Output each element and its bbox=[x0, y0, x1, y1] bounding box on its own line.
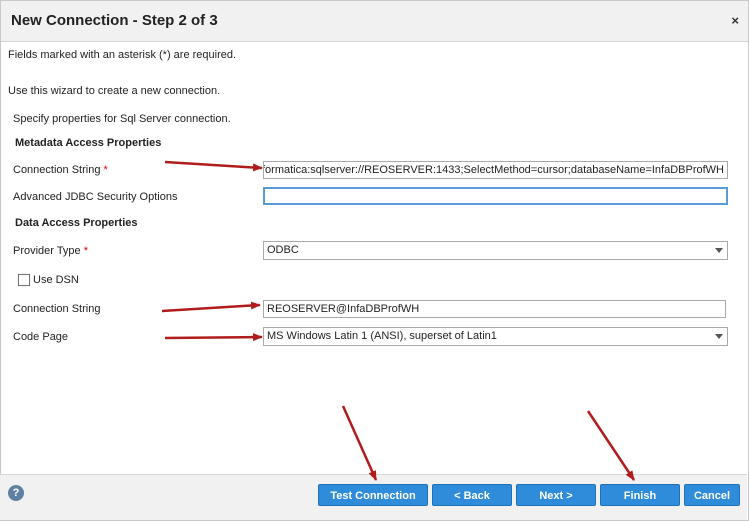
test-connection-button[interactable]: Test Connection bbox=[318, 484, 428, 506]
specify-note: Specify properties for Sql Server connec… bbox=[13, 113, 231, 125]
code-page-label: Code Page bbox=[13, 331, 69, 343]
data-connection-string-input[interactable]: REOSERVER@InfaDBProfWH bbox=[263, 300, 726, 318]
help-icon[interactable]: ? bbox=[8, 485, 24, 501]
code-page-select[interactable]: MS Windows Latin 1 (ANSI), superset of L… bbox=[263, 327, 728, 346]
required-mark: * bbox=[103, 164, 108, 176]
jdbc-security-label: Advanced JDBC Security Options bbox=[13, 191, 178, 203]
data-access-section-heading: Data Access Properties bbox=[15, 217, 138, 229]
dialog-title: New Connection - Step 2 of 3 bbox=[11, 12, 218, 29]
metadata-connection-string-label: Connection String * bbox=[13, 164, 108, 176]
close-icon[interactable]: × bbox=[731, 13, 739, 28]
required-mark: * bbox=[83, 245, 89, 257]
use-dsn-label: Use DSN bbox=[33, 274, 79, 286]
provider-type-label: Provider Type * bbox=[13, 245, 89, 257]
next-button[interactable]: Next > bbox=[516, 484, 596, 506]
data-connection-string-label: Connection String bbox=[13, 303, 101, 315]
wizard-note: Use this wizard to create a new connecti… bbox=[8, 85, 221, 97]
cancel-button[interactable]: Cancel bbox=[684, 484, 740, 506]
jdbc-security-input[interactable] bbox=[263, 187, 728, 205]
chevron-down-icon bbox=[715, 334, 723, 339]
chevron-down-icon bbox=[715, 248, 723, 253]
provider-type-select[interactable]: ODBC bbox=[263, 241, 728, 260]
dialog-titlebar: New Connection - Step 2 of 3 × bbox=[1, 1, 748, 42]
metadata-section-heading: Metadata Access Properties bbox=[15, 137, 162, 149]
use-dsn-checkbox[interactable] bbox=[18, 274, 30, 286]
required-note: Fields marked with an asterisk (*) are r… bbox=[8, 49, 237, 61]
back-button[interactable]: < Back bbox=[432, 484, 512, 506]
finish-button[interactable]: Finish bbox=[600, 484, 680, 506]
new-connection-dialog: New Connection - Step 2 of 3 × bbox=[0, 0, 749, 521]
metadata-connection-string-input[interactable]: jdbc:informatica:sqlserver://REOSERVER:1… bbox=[263, 161, 728, 179]
